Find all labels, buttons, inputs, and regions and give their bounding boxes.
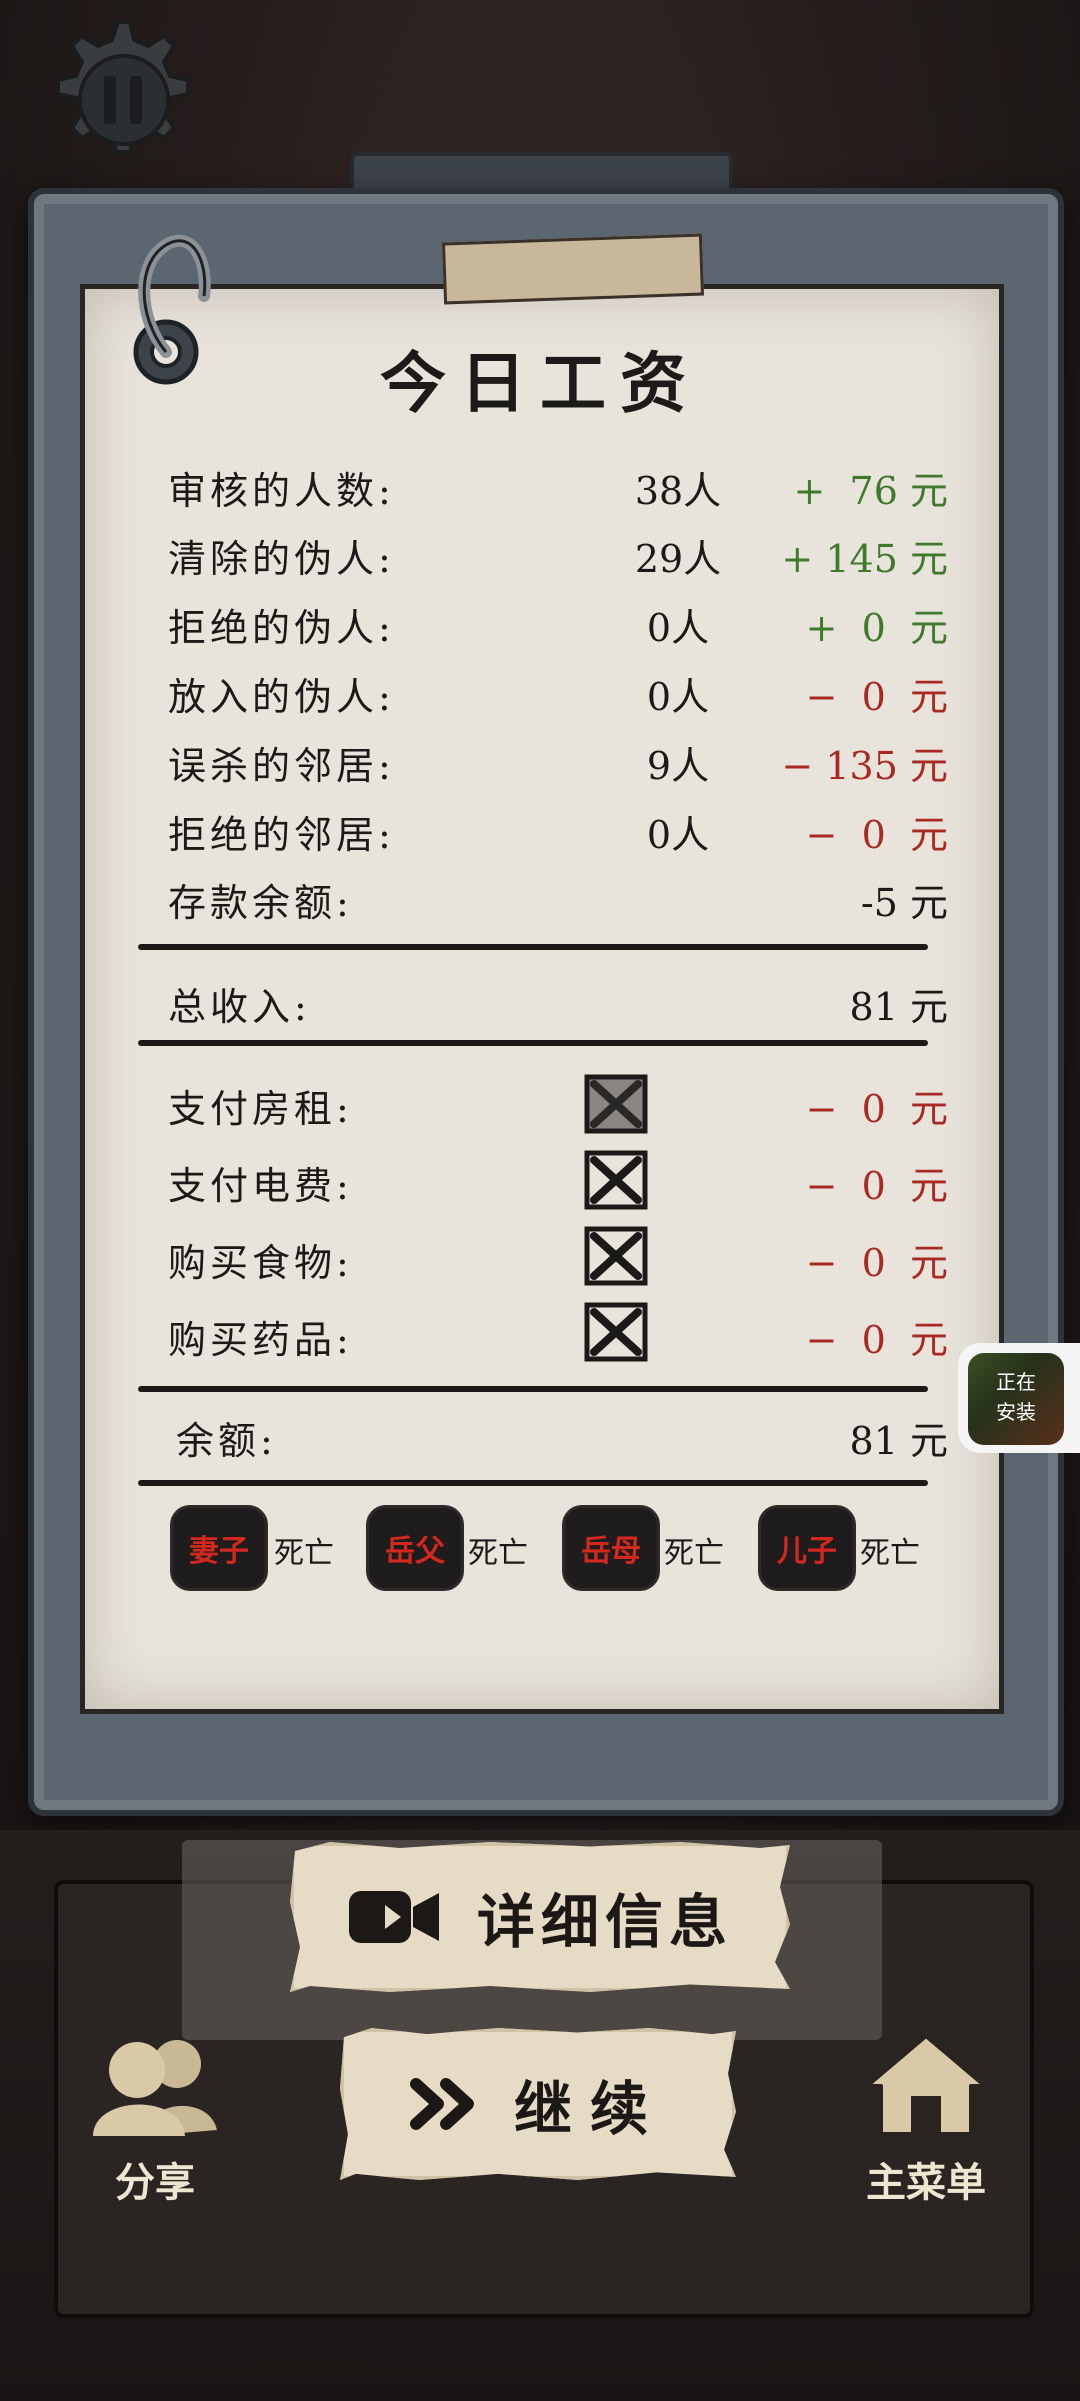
expense-amount: − 0 元	[805, 1164, 948, 1208]
expense-row-rent: 支付房租: − 0 元	[168, 1078, 948, 1131]
rent-checkbox[interactable]	[584, 1074, 648, 1134]
stat-row-killed-neighbors: 误杀的邻居: 9人 − 135 元	[168, 735, 948, 788]
stat-label: 清除的伪人:	[168, 537, 395, 581]
stat-label: 误杀的邻居:	[168, 744, 395, 788]
balance-row: 余额: 81 元	[168, 1410, 948, 1463]
family-status-son: 死亡	[860, 1536, 920, 1571]
stat-label: 放入的伪人:	[168, 675, 395, 719]
family-status-wife: 死亡	[274, 1536, 334, 1571]
stat-row-rejected-fakes: 拒绝的伪人: 0人 + 0 元	[168, 597, 948, 650]
tape	[441, 233, 705, 305]
stat-count: 0人	[646, 675, 710, 719]
family-status-father-in-law: 死亡	[468, 1536, 528, 1571]
main-menu-label: 主菜单	[866, 2159, 986, 2206]
family-status-mother-in-law: 死亡	[664, 1536, 724, 1571]
continue-label: 继续	[513, 2075, 666, 2143]
expense-label: 购买药品:	[168, 1318, 353, 1362]
home-icon	[865, 2034, 987, 2136]
details-label: 详细信息	[476, 1888, 733, 1956]
electricity-checkbox[interactable]	[584, 1150, 648, 1210]
share-button[interactable]: 分享	[80, 2030, 230, 2208]
share-label: 分享	[115, 2159, 195, 2206]
installing-text: 正在 安装	[968, 1353, 1064, 1445]
stat-count: 38人	[634, 469, 722, 513]
details-button[interactable]: 详细信息	[290, 1842, 790, 1992]
stat-row-reviewed: 审核的人数: 38人 + 76 元	[168, 460, 948, 513]
continue-button[interactable]: 继续	[340, 2028, 736, 2180]
medicine-checkbox[interactable]	[584, 1302, 648, 1362]
divider	[138, 1386, 928, 1392]
pause-icon[interactable]	[38, 14, 198, 174]
stat-row-admitted-fakes: 放入的伪人: 0人 − 0 元	[168, 666, 948, 719]
food-checkbox[interactable]	[584, 1226, 648, 1286]
stat-count: 29人	[634, 537, 722, 581]
total-income-label: 总收入:	[168, 985, 311, 1029]
divider	[138, 1480, 928, 1486]
expense-amount: − 0 元	[805, 1318, 948, 1362]
stat-amount: + 145 元	[781, 537, 948, 581]
stat-row-rejected-neighbors: 拒绝的邻居: 0人 − 0 元	[168, 804, 948, 857]
stat-amount: − 0 元	[805, 813, 948, 857]
share-people-icon	[93, 2040, 217, 2136]
stat-amount: − 0 元	[805, 675, 948, 719]
stat-count: 0人	[646, 606, 710, 650]
stat-label: 拒绝的伪人:	[168, 606, 395, 650]
main-menu-button[interactable]: 主菜单	[846, 2030, 1006, 2208]
expense-row-medicine: 购买药品: − 0 元	[168, 1309, 948, 1362]
stat-amount: + 76 元	[793, 469, 948, 513]
expense-label: 支付电费:	[168, 1164, 353, 1208]
total-income-row: 总收入: 81 元	[168, 976, 948, 1029]
video-camera-icon	[348, 1891, 439, 1943]
divider	[138, 944, 928, 950]
family-badge-mother-in-law: 岳母	[562, 1505, 660, 1591]
installing-app-badge[interactable]: 正在 安装	[958, 1343, 1080, 1453]
savings-amount: -5 元	[860, 881, 948, 925]
expense-label: 支付房租:	[168, 1087, 353, 1131]
stat-count: 0人	[646, 813, 710, 857]
stat-amount: + 0 元	[805, 606, 948, 650]
stat-amount: − 135 元	[781, 744, 948, 788]
expense-label: 购买食物:	[168, 1241, 353, 1285]
page-title: 今日工资	[380, 344, 700, 422]
family-badge-wife: 妻子	[170, 1505, 268, 1591]
stat-row-cleared-fakes: 清除的伪人: 29人 + 145 元	[168, 528, 948, 581]
savings-row: 存款余额: -5 元	[168, 872, 948, 925]
family-badge-son: 儿子	[758, 1505, 856, 1591]
divider	[138, 1040, 928, 1046]
stat-label: 审核的人数:	[168, 469, 395, 513]
balance-amount: 81 元	[849, 1419, 948, 1463]
family-badge-father-in-law: 岳父	[366, 1505, 464, 1591]
stat-count: 9人	[646, 744, 710, 788]
total-income-amount: 81 元	[849, 985, 948, 1029]
expense-amount: − 0 元	[805, 1241, 948, 1285]
expense-row-food: 购买食物: − 0 元	[168, 1232, 948, 1285]
expense-amount: − 0 元	[805, 1087, 948, 1131]
balance-label: 余额:	[176, 1419, 277, 1463]
fast-forward-icon	[409, 2078, 474, 2130]
expense-row-electricity: 支付电费: − 0 元	[168, 1155, 948, 1208]
stat-label: 拒绝的邻居:	[168, 813, 395, 857]
savings-label: 存款余额:	[168, 881, 353, 925]
